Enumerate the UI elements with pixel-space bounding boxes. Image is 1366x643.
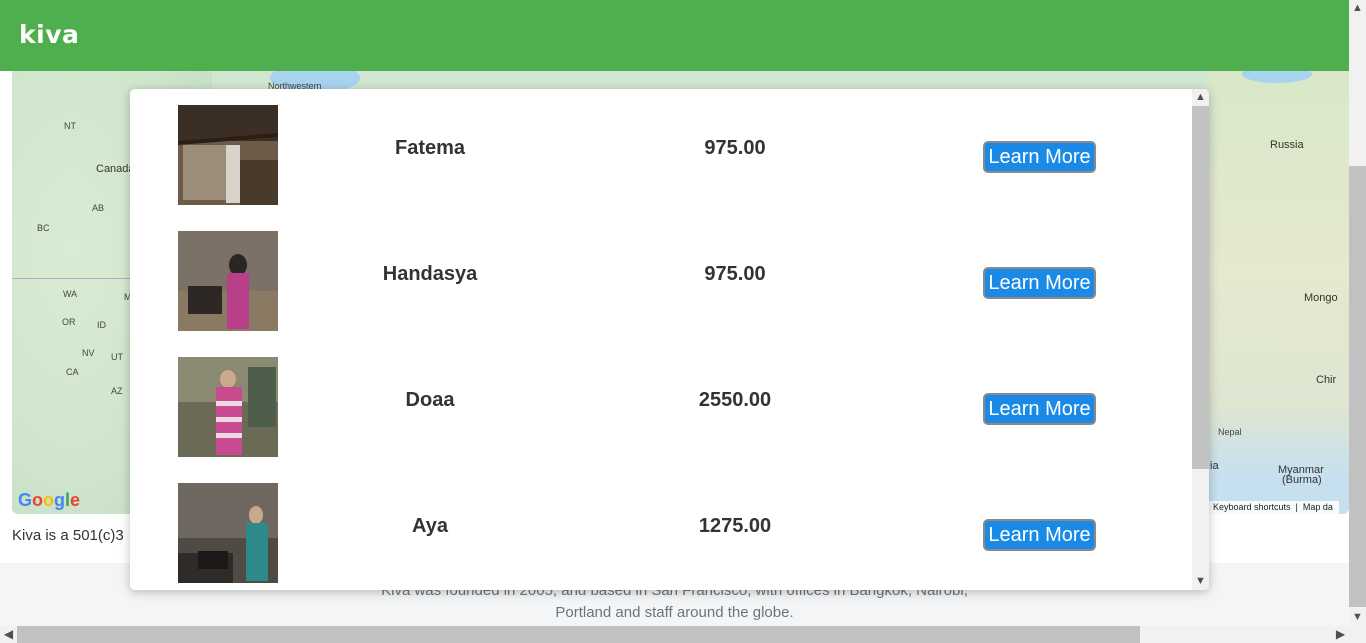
map-label-nv: NV bbox=[82, 348, 95, 358]
map-label-id: ID bbox=[97, 320, 106, 330]
map-label-az: AZ bbox=[111, 386, 123, 396]
map-label-burma: (Burma) bbox=[1282, 474, 1322, 486]
learn-more-button[interactable]: Learn More bbox=[983, 267, 1096, 299]
loan-amount: 975.00 bbox=[704, 263, 766, 285]
map-label-bc: BC bbox=[37, 223, 50, 233]
loan-row: Handasya 975.00 Learn More bbox=[130, 231, 1192, 331]
borrower-name: Doaa bbox=[405, 389, 455, 411]
learn-more-button[interactable]: Learn More bbox=[983, 393, 1096, 425]
page-vertical-scrollbar[interactable]: ▲ ▼ bbox=[1349, 0, 1366, 643]
loans-modal: Fatema 975.00 Learn More Handasya 975.00… bbox=[130, 89, 1209, 590]
loan-row: Aya 1275.00 Learn More bbox=[130, 483, 1192, 583]
scroll-right-icon[interactable]: ▶ bbox=[1332, 626, 1349, 643]
map-label-mongolia: Mongo bbox=[1304, 292, 1338, 304]
map-data-link[interactable]: Map da bbox=[1303, 502, 1333, 512]
scroll-up-icon[interactable]: ▲ bbox=[1192, 89, 1209, 106]
loan-amount: 1275.00 bbox=[698, 515, 772, 537]
keyboard-shortcuts-link[interactable]: Keyboard shortcuts bbox=[1213, 502, 1291, 512]
google-logo[interactable]: Google bbox=[18, 490, 80, 511]
borrower-photo bbox=[178, 231, 278, 331]
loan-amount: 975.00 bbox=[704, 137, 766, 159]
modal-scrollbar[interactable]: ▲ ▼ bbox=[1192, 89, 1209, 590]
map-label-nt: NT bbox=[64, 121, 76, 131]
learn-more-button[interactable]: Learn More bbox=[983, 141, 1096, 173]
map-label-ab: AB bbox=[92, 203, 105, 213]
scroll-down-icon[interactable]: ▼ bbox=[1192, 573, 1209, 590]
borrower-photo bbox=[178, 105, 278, 205]
footer-line-2: Portland and staff around the globe. bbox=[555, 604, 794, 621]
page-horizontal-scroll-thumb[interactable] bbox=[17, 626, 1140, 643]
kiva-logo[interactable]: kiva bbox=[19, 20, 79, 49]
about-text: Kiva is a 501(c)3 bbox=[12, 527, 124, 544]
loan-row: Doaa 2550.00 Learn More bbox=[130, 357, 1192, 457]
map-label-ut: UT bbox=[111, 352, 123, 362]
borrower-photo bbox=[178, 357, 278, 457]
borrower-photo bbox=[178, 483, 278, 583]
learn-more-button[interactable]: Learn More bbox=[983, 519, 1096, 551]
top-navbar: kiva bbox=[0, 0, 1349, 71]
map-label-ia: ia bbox=[1210, 460, 1219, 472]
map-label-canada: Canada bbox=[96, 163, 135, 175]
modal-scroll-thumb[interactable] bbox=[1192, 106, 1209, 469]
map-footer: Keyboard shortcuts | Map da bbox=[1207, 501, 1339, 514]
loan-row: Fatema 975.00 Learn More bbox=[130, 105, 1192, 205]
borrower-name: Handasya bbox=[382, 263, 478, 285]
scroll-up-icon[interactable]: ▲ bbox=[1349, 0, 1366, 17]
page-horizontal-scrollbar[interactable]: ◀ ▶ bbox=[0, 626, 1349, 643]
map-border bbox=[12, 278, 132, 279]
map-label-ca: CA bbox=[66, 367, 79, 377]
map-label-nepal: Nepal bbox=[1218, 427, 1242, 437]
borrower-name: Aya bbox=[412, 515, 448, 537]
map-label-russia: Russia bbox=[1270, 139, 1304, 151]
loan-amount: 2550.00 bbox=[698, 389, 772, 411]
map-label-china: Chir bbox=[1316, 374, 1337, 386]
map-label-or: OR bbox=[62, 317, 76, 327]
page-vertical-scroll-thumb[interactable] bbox=[1349, 166, 1366, 607]
borrower-name: Fatema bbox=[394, 137, 466, 159]
scroll-left-icon[interactable]: ◀ bbox=[0, 626, 17, 643]
map-label-wa: WA bbox=[63, 289, 78, 299]
scroll-down-icon[interactable]: ▼ bbox=[1349, 609, 1366, 626]
